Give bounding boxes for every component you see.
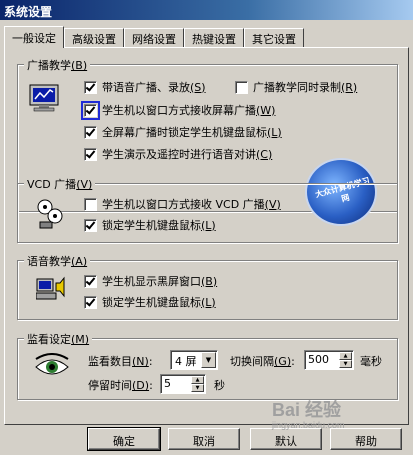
vcd-group: VCD 广播(V) 学生机以窗口方式接收 VCD 广播 (V) 锁定学生机键盘鼠标… (17, 176, 398, 243)
broadcast-title-key: (B) (71, 59, 88, 72)
checkbox-black-screen[interactable] (84, 274, 97, 288)
opt-voice-broadcast[interactable]: 带语音广播、录放 (S) (84, 79, 206, 95)
broadcast-group-title: 广播教学(B) (24, 57, 91, 73)
voice-group-title: 语音教学(A) (24, 253, 91, 269)
speaker-computer-icon (36, 276, 65, 300)
monitor-title-text: 监看设定 (27, 333, 71, 346)
spin-up-icon[interactable]: ▲ (191, 376, 204, 384)
monitor-count-value: 4 屏 (175, 355, 197, 368)
tab-advanced[interactable]: 高级设置 (64, 28, 124, 48)
monitor-count-label: 监看数目(N): (88, 355, 153, 368)
opt-record-broadcast-label: 广播教学同时录制 (253, 81, 341, 94)
tab-general[interactable]: 一般设定 (4, 26, 64, 48)
voice-title-text: 语音教学 (27, 255, 71, 268)
opt-voice-broadcast-key: (S) (190, 80, 206, 94)
voice-group: 语音教学(A) 学生机显示黑屏窗口 (B) 锁定学生机键盘鼠标 (L) (17, 253, 398, 320)
watermark-sub: jingyan.baidu.com (272, 420, 345, 430)
checkbox-vcd-window[interactable] (84, 197, 97, 211)
vcd-group-title: VCD 广播(V) (24, 176, 96, 192)
opt-vcd-lock[interactable]: 锁定学生机键盘鼠标 (L) (84, 217, 216, 233)
monitor-stay-key: (D) (132, 379, 150, 392)
checkbox-voice-lock[interactable] (84, 295, 97, 309)
checkbox-vcd-lock[interactable] (84, 218, 97, 232)
checkbox-lock-fullscreen[interactable] (84, 125, 97, 139)
tab-bar: 一般设定 高级设置 网络设置 热键设置 其它设置 (4, 26, 304, 48)
voice-title-key: (A) (71, 255, 88, 268)
monitor-count-key: (N) (132, 355, 149, 368)
watermark: Bai 经验 jingyan.baidu.com (272, 396, 345, 430)
monitor-stay-text: 停留时间 (88, 379, 132, 392)
watermark-main: Bai 经验 (272, 400, 342, 420)
monitor-interval-value: 500 (308, 353, 329, 366)
vcd-title-text: VCD 广播 (27, 178, 77, 191)
monitor-interval-key: (G) (274, 355, 292, 368)
opt-voice-lock[interactable]: 锁定学生机键盘鼠标 (L) (84, 294, 216, 310)
cancel-button[interactable]: 取消 (168, 428, 240, 450)
opt-vcd-window[interactable]: 学生机以窗口方式接收 VCD 广播 (V) (84, 196, 281, 212)
monitor-stay-unit: 秒 (214, 379, 225, 392)
stay-spin-buttons: ▲ ▼ (191, 376, 204, 392)
opt-record-broadcast[interactable]: 广播教学同时录制 (R) (235, 79, 357, 95)
opt-lock-fullscreen-label: 全屏幕广播时锁定学生机键盘鼠标 (102, 126, 267, 139)
default-button[interactable]: 默认 (250, 428, 322, 450)
opt-voice-talk-key: (C) (256, 147, 273, 161)
opt-voice-lock-key: (L) (201, 295, 216, 309)
monitor-group: 监看设定(M) 监看数目(N): 4 屏 ▼ 切换间隔(G): 500 ▲ ▼ … (17, 331, 398, 400)
opt-lock-fullscreen[interactable]: 全屏幕广播时锁定学生机键盘鼠标 (L) (84, 124, 282, 140)
monitor-group-title: 监看设定(M) (24, 331, 93, 347)
monitor-interval-unit: 毫秒 (360, 355, 382, 368)
opt-vcd-lock-label: 锁定学生机键盘鼠标 (102, 219, 201, 232)
monitor-stay-value: 5 (164, 377, 171, 390)
interval-spin-buttons: ▲ ▼ (339, 352, 352, 368)
monitor-interval-spinner[interactable]: 500 ▲ ▼ (304, 350, 354, 370)
broadcast-title-text: 广播教学 (27, 59, 71, 72)
opt-record-broadcast-key: (R) (341, 80, 358, 94)
monitor-stay-label: 停留时间(D): (88, 379, 153, 392)
monitor-count-text: 监看数目 (88, 355, 132, 368)
spin-down-icon[interactable]: ▼ (339, 360, 352, 368)
chevron-down-icon[interactable]: ▼ (201, 352, 216, 368)
opt-voice-lock-label: 锁定学生机键盘鼠标 (102, 296, 201, 309)
checkbox-window-broadcast[interactable] (81, 100, 100, 120)
monitor-title-key: (M) (71, 333, 90, 346)
opt-window-broadcast-label: 学生机以窗口方式接收屏幕广播 (102, 104, 256, 117)
opt-vcd-window-label: 学生机以窗口方式接收 VCD 广播 (102, 198, 265, 211)
opt-voice-talk-label: 学生演示及遥控时进行语音对讲 (102, 148, 256, 161)
checkbox-record-broadcast[interactable] (235, 80, 248, 94)
monitor-count-select[interactable]: 4 屏 ▼ (170, 350, 218, 370)
tab-network[interactable]: 网络设置 (124, 28, 184, 48)
film-reel-icon (37, 199, 63, 229)
opt-black-screen-key: (B) (201, 274, 218, 288)
checkbox-voice-broadcast[interactable] (84, 80, 97, 94)
monitor-interval-text: 切换间隔 (230, 355, 274, 368)
window-titlebar: 系统设置 (0, 0, 413, 20)
monitor-stay-spinner[interactable]: 5 ▲ ▼ (160, 374, 206, 394)
vcd-title-key: (V) (76, 178, 93, 191)
eye-icon (35, 353, 69, 375)
tab-page-general: 广播教学(B) 带语音广播、录放 (S) 广播教学同时录制 (R) 学生机以窗口方式… (4, 47, 409, 425)
help-button[interactable]: 帮助 (330, 428, 402, 450)
opt-voice-talk[interactable]: 学生演示及遥控时进行语音对讲 (C) (84, 146, 272, 162)
opt-vcd-lock-key: (L) (201, 218, 216, 232)
tab-other[interactable]: 其它设置 (244, 28, 304, 48)
tab-hotkey[interactable]: 热键设置 (184, 28, 244, 48)
monitor-interval-label: 切换间隔(G): (230, 355, 295, 368)
monitor-icon (29, 84, 59, 112)
spin-down-icon[interactable]: ▼ (191, 384, 204, 392)
spin-up-icon[interactable]: ▲ (339, 352, 352, 360)
window-title: 系统设置 (4, 5, 53, 19)
ok-button[interactable]: 确定 (87, 427, 161, 451)
opt-vcd-window-key: (V) (264, 197, 281, 211)
opt-black-screen-label: 学生机显示黑屏窗口 (102, 275, 201, 288)
opt-black-screen[interactable]: 学生机显示黑屏窗口 (B) (84, 273, 217, 289)
opt-window-broadcast-key: (W) (256, 103, 276, 117)
opt-voice-broadcast-label: 带语音广播、录放 (102, 81, 190, 94)
opt-window-broadcast[interactable]: 学生机以窗口方式接收屏幕广播 (W) (81, 100, 276, 120)
opt-lock-fullscreen-key: (L) (267, 125, 282, 139)
checkbox-voice-talk[interactable] (84, 147, 97, 161)
